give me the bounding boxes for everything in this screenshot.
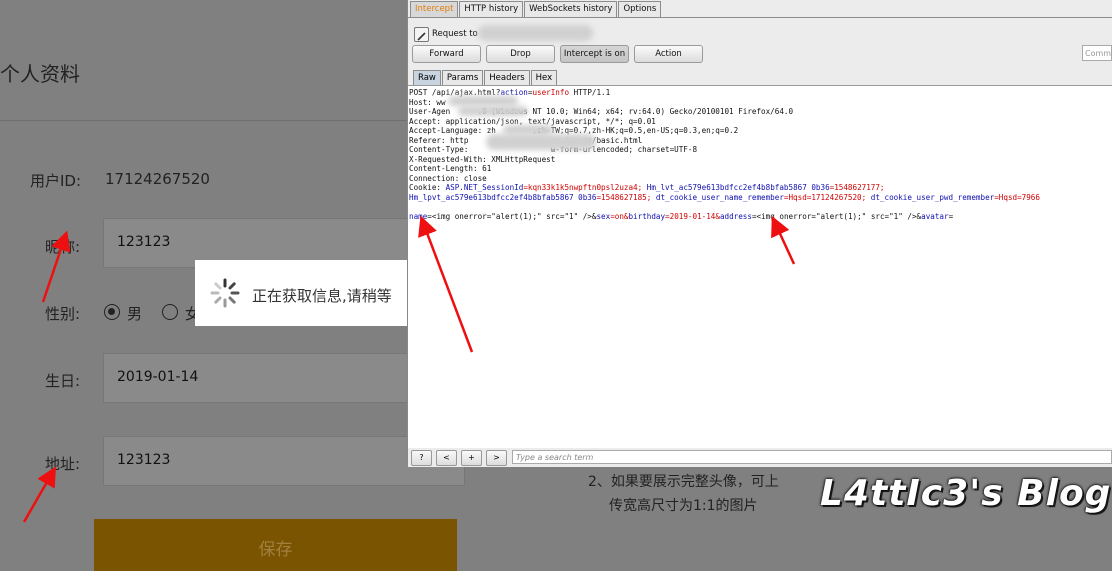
help-button[interactable]: ?: [411, 450, 432, 466]
drop-button[interactable]: Drop: [486, 45, 555, 63]
raw-line: Content-Length: 61: [409, 164, 492, 173]
save-button[interactable]: 保存: [94, 519, 457, 571]
raw-line: Host: ww: [409, 97, 446, 107]
forward-button[interactable]: Forward: [412, 45, 481, 63]
cookie-line: Hm_lpvt_ac579e613bdfcc2ef4b8bfab5867 0b3…: [409, 192, 1040, 202]
tab-websockets-history[interactable]: WebSockets history: [524, 1, 618, 17]
raw-request-editor[interactable]: POST /api/ajax.html?action=userInfo HTTP…: [408, 85, 1112, 449]
redacted-referer: [486, 134, 596, 150]
search-input[interactable]: Type a search term: [512, 450, 1112, 464]
comment-field[interactable]: Comm: [1082, 45, 1112, 61]
editor-bottom-bar: ? < + > Type a search term: [408, 448, 1112, 467]
subtab-raw[interactable]: Raw: [413, 70, 441, 85]
burp-tabs: Intercept HTTP history WebSockets histor…: [410, 1, 662, 17]
divider: [0, 120, 410, 121]
request-to-label: Request to: [432, 29, 478, 39]
gender-option-male: 男: [127, 305, 143, 323]
nickname-label: 昵称:: [45, 238, 81, 256]
burp-window: Intercept HTTP history WebSockets histor…: [407, 0, 1112, 467]
address-value: 123123: [117, 452, 171, 468]
intercept-toggle-button[interactable]: Intercept is on: [560, 45, 629, 63]
loading-popup: 正在获取信息,请稍等: [195, 260, 410, 326]
tab-divider: [408, 17, 1112, 18]
birthday-value: 2019-01-14: [117, 369, 199, 385]
user-id-label: 用户ID:: [30, 172, 82, 190]
tab-http-history[interactable]: HTTP history: [459, 1, 524, 17]
redacted-host-value: [448, 96, 518, 106]
next-match-button[interactable]: >: [486, 450, 507, 466]
gender-label: 性别:: [45, 305, 81, 323]
arrow-to-address: [22, 466, 56, 523]
redacted-user-agent: [458, 106, 528, 116]
tab-intercept[interactable]: Intercept: [410, 1, 459, 17]
pencil-icon[interactable]: [414, 27, 429, 42]
cookie-line: Cookie: ASP.NET_SessionId=kqn33k1k5nwpft…: [409, 183, 885, 192]
subtab-hex[interactable]: Hex: [530, 70, 558, 85]
raw-line: Connection: close: [409, 173, 487, 183]
blog-watermark: L4ttIc3's Blog: [820, 473, 1112, 514]
page-title: 个人资料: [0, 62, 80, 86]
save-button-label: 保存: [258, 540, 293, 560]
subtab-params[interactable]: Params: [441, 70, 484, 85]
gender-radio-male[interactable]: [104, 304, 120, 320]
message-subtabs: Raw Params Headers Hex: [413, 70, 558, 85]
previous-match-button[interactable]: <: [436, 450, 457, 466]
next-options-button[interactable]: +: [461, 450, 482, 466]
user-id-value: 17124267520: [105, 170, 210, 188]
request-body-line: name=<img onerror="alert(1);" src="1" />…: [409, 212, 954, 221]
action-button[interactable]: Action: [634, 45, 703, 63]
gender-radio-female[interactable]: [162, 304, 178, 320]
redacted-host: [478, 25, 593, 41]
hint-line-1: 2、如果要展示完整头像，可上: [588, 474, 779, 490]
hint-line-2: 传宽高尺寸为1:1的图片: [609, 498, 758, 514]
raw-line: X-Requested-With: XMLHttpRequest: [409, 154, 556, 164]
birthday-label: 生日:: [45, 372, 81, 390]
subtab-headers[interactable]: Headers: [484, 70, 530, 85]
spinner-icon: [210, 278, 240, 308]
tab-options[interactable]: Options: [618, 1, 662, 17]
loading-text: 正在获取信息,请稍等: [252, 287, 392, 305]
nickname-value: 123123: [117, 234, 171, 250]
address-label: 地址:: [45, 455, 81, 473]
